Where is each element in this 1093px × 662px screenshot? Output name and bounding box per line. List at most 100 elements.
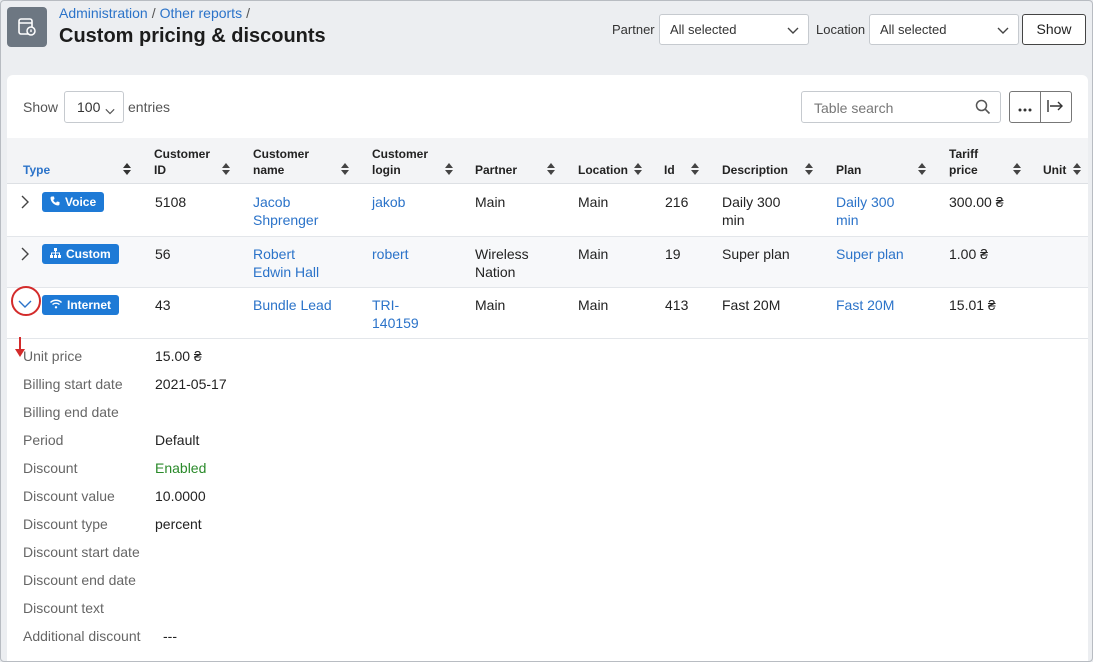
tariff-price-cell: 15.01 ₴ <box>949 297 996 313</box>
detail-label: Billing end date <box>23 404 119 420</box>
type-badge-custom: Custom <box>42 244 119 264</box>
column-header-description[interactable]: Description <box>722 162 788 178</box>
type-badge-voice: Voice <box>42 192 105 212</box>
detail-value: Default <box>155 432 200 448</box>
sort-icon[interactable] <box>123 163 131 175</box>
line: Daily 300 <box>836 194 895 210</box>
description-cell: Super plan <box>722 246 790 262</box>
table-search-input[interactable]: Table search <box>801 91 1001 123</box>
app-frame: Administration / Other reports / Custom pri… <box>0 0 1093 662</box>
sort-icon[interactable] <box>691 163 699 175</box>
column-header-location[interactable]: Location <box>578 162 628 178</box>
line: min <box>722 212 745 228</box>
column-header-id[interactable]: Id <box>664 162 675 178</box>
show-button[interactable]: Show <box>1022 14 1086 45</box>
sort-icon[interactable] <box>634 163 642 175</box>
line: Daily 300 <box>722 194 781 210</box>
column-header-unit[interactable]: Unit <box>1043 162 1066 178</box>
sort-icon[interactable] <box>1013 163 1021 175</box>
customer-id-cell: 56 <box>155 246 171 262</box>
line: Wireless <box>475 246 529 262</box>
location-select[interactable]: All selected <box>869 14 1019 45</box>
line: Jacob <box>253 194 291 210</box>
customer-login-link[interactable]: jakob <box>372 193 405 211</box>
column-header-type[interactable]: Type <box>23 162 50 178</box>
column-header-plan[interactable]: Plan <box>836 162 861 178</box>
ellipsis-icon <box>1018 99 1032 115</box>
line: 140159 <box>372 315 419 331</box>
breadcrumb-other-reports[interactable]: Other reports <box>160 5 242 21</box>
customer-id-cell: 5108 <box>155 194 187 210</box>
table-row[interactable]: Custom 56 Robert Edwin Hall robert Wirele… <box>7 237 1088 288</box>
line: Edwin Hall <box>253 264 320 280</box>
customer-id-cell: 43 <box>155 297 171 313</box>
plan-link[interactable]: Daily 300 min <box>836 193 894 229</box>
type-badge-label: Internet <box>67 298 112 312</box>
entries-suffix-label: entries <box>128 99 171 115</box>
table-actions <box>1009 91 1072 123</box>
type-badge-label: Custom <box>66 247 111 261</box>
entries-select-value: 100 <box>77 99 101 115</box>
partner-cell: Wireless Nation <box>475 245 529 281</box>
chevron-right-icon[interactable] <box>20 195 30 212</box>
report-card: Show 100 entries Table search Type Custo… <box>7 75 1088 661</box>
detail-value: 10.0000 <box>155 488 206 504</box>
partner-cell: Main <box>475 297 506 313</box>
customer-login-link[interactable]: TRI- 140159 <box>372 296 419 332</box>
table-header: Type Customer ID Customer name Customer … <box>7 138 1088 184</box>
location-cell: Main <box>578 297 609 313</box>
partner-select[interactable]: All selected <box>659 14 809 45</box>
table-search-placeholder: Table search <box>814 100 894 116</box>
id-cell: 19 <box>665 246 681 262</box>
detail-label: Unit price <box>23 348 83 364</box>
report-icon <box>7 7 47 47</box>
detail-label: Discount start date <box>23 544 140 560</box>
location-cell: Main <box>578 246 609 262</box>
entries-select[interactable]: 100 <box>64 91 124 123</box>
id-cell: 216 <box>665 194 689 210</box>
description-cell: Daily 300 min <box>722 193 780 229</box>
column-header-partner[interactable]: Partner <box>475 162 517 178</box>
customer-name-link[interactable]: Robert Edwin Hall <box>253 245 319 281</box>
breadcrumb-separator: / <box>151 5 156 21</box>
table-row-expanded[interactable]: Internet 43 Bundle Lead TRI- 140159 Main … <box>7 286 1088 339</box>
breadcrumb-administration[interactable]: Administration <box>59 5 148 21</box>
chevron-down-icon[interactable] <box>18 296 32 312</box>
sort-icon[interactable] <box>222 163 230 175</box>
tariff-price-cell: 300.00 ₴ <box>949 194 1004 210</box>
export-button[interactable] <box>1040 92 1071 122</box>
plan-link[interactable]: Fast 20M <box>836 296 894 314</box>
detail-value: 2021-05-17 <box>155 376 227 392</box>
line: Nation <box>475 264 516 280</box>
detail-label: Discount end date <box>23 572 136 588</box>
sort-icon[interactable] <box>1073 163 1081 175</box>
search-icon[interactable] <box>975 99 991 118</box>
wifi-icon <box>50 298 62 312</box>
customer-login-link[interactable]: robert <box>372 245 409 263</box>
detail-value: percent <box>155 516 202 532</box>
line: Robert <box>253 246 296 262</box>
customer-name-link[interactable]: Bundle Lead <box>253 296 332 314</box>
column-header-customer-login[interactable]: Customer login <box>372 146 434 178</box>
sort-icon[interactable] <box>547 163 555 175</box>
plan-link[interactable]: Super plan <box>836 245 904 263</box>
column-header-customer-id[interactable]: Customer ID <box>154 146 214 178</box>
column-header-tariff-price[interactable]: Tariff price <box>949 146 999 178</box>
table-row[interactable]: Voice 5108 Jacob Shprenger jakob Main Mai… <box>7 185 1088 237</box>
more-options-button[interactable] <box>1010 92 1040 122</box>
sort-icon[interactable] <box>805 163 813 175</box>
chevron-down-icon <box>787 24 799 39</box>
detail-label: Discount type <box>23 516 108 532</box>
customer-name-link[interactable]: Jacob Shprenger <box>253 193 318 229</box>
id-cell: 413 <box>665 297 689 313</box>
sort-icon[interactable] <box>341 163 349 175</box>
column-header-customer-name[interactable]: Customer name <box>253 146 315 178</box>
location-select-value: All selected <box>880 22 947 37</box>
line: min <box>836 212 859 228</box>
chevron-right-icon[interactable] <box>20 247 30 264</box>
sort-icon[interactable] <box>445 163 453 175</box>
chevron-down-icon <box>105 103 115 119</box>
sort-icon[interactable] <box>918 163 926 175</box>
detail-label: Discount <box>23 460 78 476</box>
detail-value: Enabled <box>155 460 207 476</box>
